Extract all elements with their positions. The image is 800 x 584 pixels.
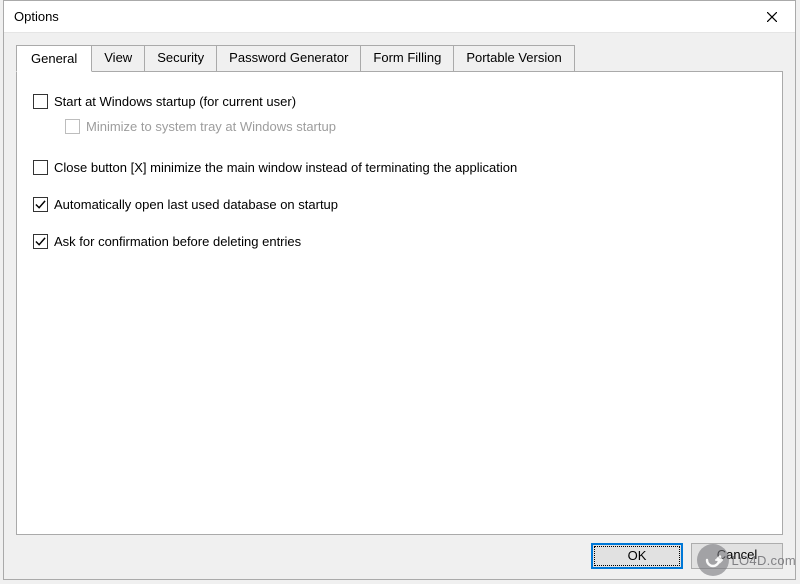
tab-password-generator[interactable]: Password Generator	[216, 45, 361, 71]
option-close-minimizes[interactable]: Close button [X] minimize the main windo…	[33, 160, 766, 175]
titlebar: Options	[4, 1, 795, 33]
tab-container: General View Security Password Generator…	[16, 45, 783, 535]
close-icon	[767, 12, 777, 22]
tab-strip: General View Security Password Generator…	[16, 45, 783, 71]
close-button[interactable]	[749, 1, 795, 33]
tab-portable-version[interactable]: Portable Version	[453, 45, 574, 71]
tab-general[interactable]: General	[16, 45, 92, 72]
checkbox-icon	[65, 119, 80, 134]
tab-panel-general: Start at Windows startup (for current us…	[16, 71, 783, 535]
option-open-last-db[interactable]: Automatically open last used database on…	[33, 197, 766, 212]
option-confirm-delete[interactable]: Ask for confirmation before deleting ent…	[33, 234, 766, 249]
tab-security[interactable]: Security	[144, 45, 217, 71]
checkbox-icon	[33, 234, 48, 249]
option-minimize-tray: Minimize to system tray at Windows start…	[65, 119, 766, 134]
option-label: Minimize to system tray at Windows start…	[86, 119, 336, 134]
ok-button[interactable]: OK	[591, 543, 683, 569]
option-label: Automatically open last used database on…	[54, 197, 338, 212]
checkbox-icon	[33, 160, 48, 175]
dialog-button-row: OK Cancel	[16, 535, 783, 569]
option-label: Close button [X] minimize the main windo…	[54, 160, 517, 175]
checkbox-icon	[33, 197, 48, 212]
options-dialog: Options General View Security Password G…	[3, 0, 796, 580]
dialog-body: General View Security Password Generator…	[4, 33, 795, 579]
option-start-at-startup[interactable]: Start at Windows startup (for current us…	[33, 94, 766, 109]
tab-form-filling[interactable]: Form Filling	[360, 45, 454, 71]
checkbox-icon	[33, 94, 48, 109]
option-label: Start at Windows startup (for current us…	[54, 94, 296, 109]
tab-view[interactable]: View	[91, 45, 145, 71]
window-title: Options	[14, 9, 59, 24]
option-label: Ask for confirmation before deleting ent…	[54, 234, 301, 249]
cancel-button[interactable]: Cancel	[691, 543, 783, 569]
